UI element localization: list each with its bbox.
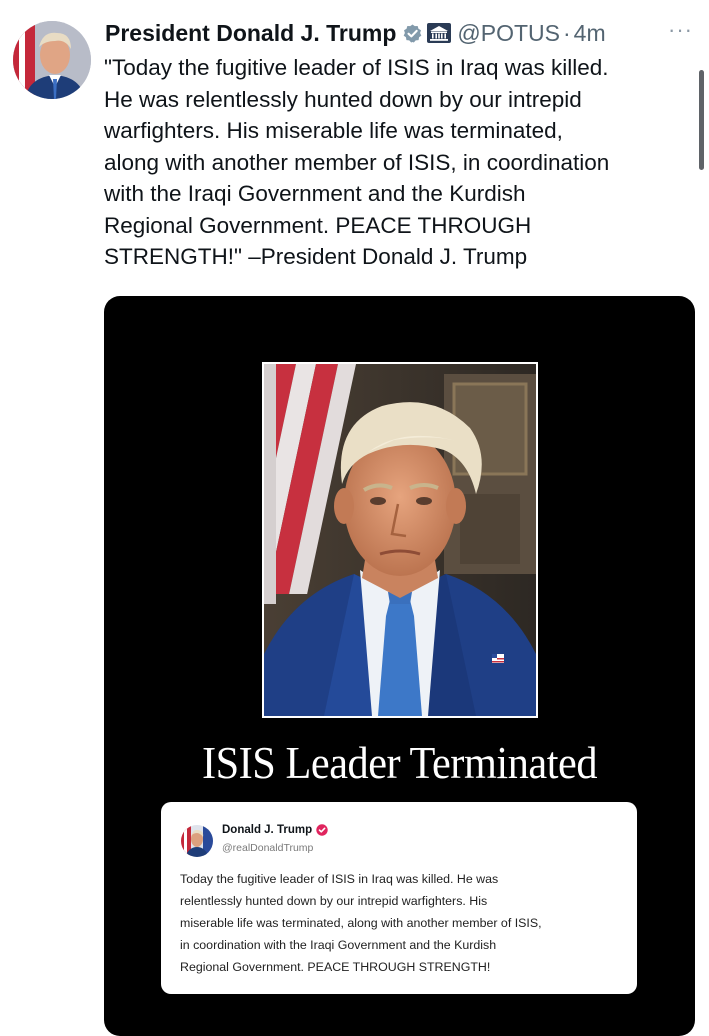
verified-badge-icon bbox=[403, 23, 422, 43]
author-handle[interactable]: @POTUS bbox=[457, 20, 560, 47]
quoted-text-line: in coordination with the Iraqi Governmen… bbox=[180, 938, 497, 952]
quoted-author-name: Donald J. Trump bbox=[222, 824, 328, 836]
post-text-line: "Today the fugitive leader of ISIS in Ir… bbox=[104, 55, 609, 80]
post-text-line: STRENGTH!" –President Donald J. Trump bbox=[104, 244, 528, 269]
author-avatar[interactable] bbox=[13, 21, 91, 99]
post-timestamp[interactable]: 4m bbox=[574, 20, 606, 47]
quoted-text-line: Today the fugitive leader of ISIS in Ira… bbox=[180, 872, 499, 886]
portrait-photo bbox=[262, 362, 538, 718]
government-building-icon bbox=[427, 23, 452, 43]
scrollbar[interactable] bbox=[699, 70, 704, 170]
post-text-line: along with another member of ISIS, in co… bbox=[104, 149, 610, 175]
more-options-icon[interactable]: ··· bbox=[668, 17, 693, 43]
quoted-post-card: Donald J. Trump @realDonaldTrump Today t… bbox=[161, 802, 637, 994]
quoted-author-avatar bbox=[181, 825, 213, 857]
post-text-line: warfighters. His miserable life was term… bbox=[104, 118, 563, 143]
post-media-image[interactable]: ISIS Leader Terminated Donald J. Trump @… bbox=[104, 296, 695, 1036]
quoted-author-handle: @realDonaldTrump bbox=[222, 842, 314, 854]
header-separator: · bbox=[562, 19, 571, 46]
quoted-text-line: miserable life was terminated, along wit… bbox=[180, 916, 542, 930]
post-text: "Today the fugitive leader of ISIS in Ir… bbox=[104, 52, 694, 273]
post-text-line: with the Iraqi Government and the Kurdis… bbox=[104, 181, 526, 206]
quoted-author-name-text: Donald J. Trump bbox=[222, 824, 313, 836]
post-header: President Donald J. Trump @POTUS · 4m bbox=[105, 15, 606, 51]
post-text-line: Regional Government. PEACE THROUGH bbox=[104, 212, 532, 238]
quoted-text-line: relentlessly hunted down by our intrepid… bbox=[180, 894, 488, 908]
quoted-text-line: Regional Government. PEACE THROUGH STREN… bbox=[180, 960, 491, 974]
post-text-line: He was relentlessly hunted down by our i… bbox=[104, 86, 582, 112]
author-name[interactable]: President Donald J. Trump bbox=[105, 20, 396, 47]
media-headline: ISIS Leader Terminated bbox=[201, 737, 598, 788]
quoted-post-text: Today the fugitive leader of ISIS in Ira… bbox=[180, 868, 630, 978]
verified-badge-icon bbox=[316, 824, 328, 836]
